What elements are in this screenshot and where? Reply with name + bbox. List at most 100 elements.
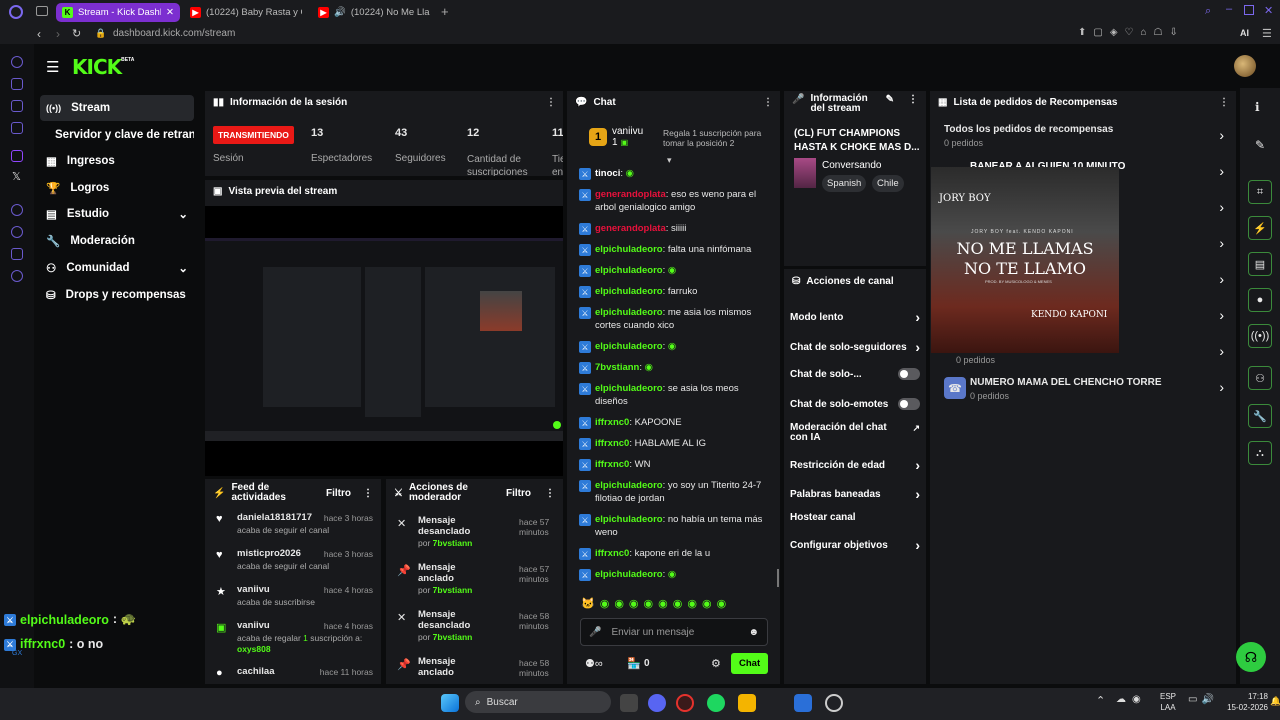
activity-user[interactable]: daniela18181717 bbox=[237, 512, 312, 523]
store-icon[interactable]: 🏪 bbox=[627, 657, 641, 670]
emote-icon[interactable]: ◉ bbox=[673, 597, 683, 610]
close-tab-icon[interactable]: ✕ bbox=[166, 7, 174, 18]
chat-username[interactable]: iffrxnc0 bbox=[595, 417, 629, 428]
chat-input[interactable]: 🎤 Enviar un mensaje ☻ bbox=[580, 618, 768, 646]
action-host[interactable]: Hostear canal bbox=[790, 512, 920, 523]
new-tab-icon[interactable]: + bbox=[441, 4, 449, 19]
chat-username[interactable]: elpichuladeoro bbox=[595, 341, 663, 352]
emote-icon[interactable]: ◉ bbox=[614, 597, 624, 610]
opera-icon[interactable] bbox=[676, 694, 694, 712]
emote-icon[interactable]: 🐱 bbox=[581, 597, 595, 610]
tab-overview-icon[interactable] bbox=[36, 6, 48, 16]
modaction-item[interactable]: ✕ Mensaje desanclado por 7bvstiann hace 58 … bbox=[386, 605, 563, 652]
chat-message[interactable]: ⚔ iffrxnc0: KAPOONE bbox=[579, 416, 779, 429]
tag[interactable]: Chile bbox=[872, 175, 904, 192]
activity-item[interactable]: ▣ vaniivu hace 4 horas acaba de regalar 1 s… bbox=[205, 619, 381, 665]
chat-username[interactable]: elpichuladeoro bbox=[595, 307, 663, 318]
chevron-right-icon[interactable]: › bbox=[1219, 379, 1224, 395]
modaction-moderator[interactable]: 7bvstiann bbox=[433, 632, 473, 642]
language-indicator[interactable]: ESP LAA bbox=[1160, 691, 1176, 713]
chat-message[interactable]: ⚔ elpichuladeoro: ◉ bbox=[579, 568, 779, 581]
screenshot-icon[interactable]: ⌗ bbox=[1248, 180, 1272, 204]
close-window-icon[interactable]: ✕ bbox=[1264, 4, 1273, 17]
tray-sys-icons[interactable]: ▭🔊 bbox=[1188, 694, 1218, 705]
stream-video[interactable] bbox=[205, 206, 563, 476]
chat-message[interactable]: ⚔ elpichuladeoro: farruko bbox=[579, 285, 779, 298]
reload-icon[interactable]: ↻ bbox=[72, 27, 81, 40]
chat-username[interactable]: generandoplata bbox=[595, 223, 666, 234]
chevron-right-icon[interactable]: › bbox=[1219, 343, 1224, 359]
action-ai-moderation[interactable]: Moderación del chat con IA ↗ bbox=[790, 423, 920, 443]
action-banned-words[interactable]: Palabras baneadas › bbox=[790, 486, 920, 502]
edit-icon[interactable]: ✎ bbox=[886, 94, 894, 105]
chat-username[interactable]: 7bvstiann bbox=[595, 362, 639, 373]
sidebar-item-moderacion[interactable]: 🔧 Moderación bbox=[40, 228, 194, 254]
activity-item[interactable]: ♥ misticpro2026 hace 3 horas acaba de segui… bbox=[205, 547, 381, 583]
sidebar-item-drops[interactable]: ⛁ Drops y recompensas bbox=[40, 282, 194, 308]
emote-icon[interactable]: ◉ bbox=[702, 597, 712, 610]
action-slow-mode[interactable]: Modo lento › bbox=[790, 309, 920, 325]
chevron-right-icon[interactable]: › bbox=[1219, 235, 1224, 251]
chat-username[interactable]: elpichuladeoro bbox=[595, 569, 663, 580]
sidebar-item-stream-key[interactable]: Servidor y clave de retransmisión bbox=[40, 122, 194, 148]
chat-username[interactable]: elpichuladeoro bbox=[595, 286, 663, 297]
chat-username[interactable]: iffrxnc0 bbox=[595, 459, 629, 470]
chat-message[interactable]: ⚔ elpichuladeoro: yo soy un Titerito 24-7… bbox=[579, 479, 779, 505]
ext-icons[interactable]: ⬆▢◈♡⌂☖⇩ bbox=[1078, 27, 1185, 38]
send-chat-button[interactable]: Chat bbox=[731, 653, 769, 674]
chat-message[interactable]: ⚔ iffrxnc0: kapone eri de la u bbox=[579, 547, 779, 560]
x-icon[interactable]: 𝕏 bbox=[12, 170, 21, 183]
sidebar-item-ingresos[interactable]: ▦ Ingresos bbox=[40, 148, 194, 174]
menu-icon[interactable]: ☰ bbox=[1262, 27, 1272, 40]
spotify-icon[interactable] bbox=[707, 694, 725, 712]
emote-bar[interactable]: 🐱 ◉ ◉ ◉ ◉ ◉ ◉ ◉ ◉ ◉ bbox=[581, 597, 726, 610]
action-emotes-only[interactable]: Chat de solo-emotes bbox=[790, 398, 920, 410]
more-options-icon[interactable]: ⋮ bbox=[546, 97, 556, 108]
emote-icon[interactable]: ◉ bbox=[600, 597, 610, 610]
activity-user[interactable]: misticpro2026 bbox=[237, 548, 301, 559]
modaction-moderator[interactable]: 7bvstiann bbox=[433, 585, 473, 595]
gift-text[interactable]: Regala 1 suscripción para tomar la posic… bbox=[663, 128, 771, 148]
tray-icons[interactable]: ☁◉ bbox=[1116, 694, 1147, 705]
chat-message[interactable]: ⚔ elpichuladeoro: se asia los meos diseño… bbox=[579, 382, 779, 408]
history-icon[interactable] bbox=[11, 226, 23, 238]
activity-item[interactable]: ♥ daniela18181717 hace 3 horas acaba de seg… bbox=[205, 511, 381, 547]
sidebar-item-stream[interactable]: ((•)) Stream bbox=[40, 95, 194, 121]
messenger-icon[interactable] bbox=[11, 122, 23, 134]
store-icon[interactable] bbox=[794, 694, 812, 712]
tray-chevron-icon[interactable]: ⌃ bbox=[1096, 694, 1105, 707]
activity-user[interactable]: vaniivu bbox=[237, 584, 270, 595]
task-view-icon[interactable] bbox=[620, 694, 638, 712]
pinned-gifter[interactable]: 1 vaniivu 1 ▣ bbox=[589, 126, 643, 148]
chat-message[interactable]: ⚔ iffrxnc0: WN bbox=[579, 458, 779, 471]
filter-button[interactable]: Filtro bbox=[326, 488, 351, 499]
activity-item[interactable]: ● cachilaa hace 11 horas bbox=[205, 665, 381, 681]
emote-icon[interactable]: ◉ bbox=[658, 597, 668, 610]
chevron-right-icon[interactable]: › bbox=[1219, 127, 1224, 143]
points-icon[interactable]: ⚉∞ bbox=[585, 657, 603, 670]
url-field[interactable]: dashboard.kick.com/stream bbox=[113, 28, 235, 39]
info-circle-icon[interactable]: ℹ bbox=[1255, 100, 1260, 114]
chat-username[interactable]: generandoplata bbox=[595, 189, 666, 200]
more-options-icon[interactable]: ⋮ bbox=[763, 97, 773, 108]
activity-user[interactable]: cachilaa bbox=[237, 666, 275, 677]
more-options-icon[interactable]: ⋮ bbox=[1219, 97, 1229, 108]
drops-icon[interactable]: ⛬ bbox=[1248, 441, 1272, 465]
subs-only-toggle[interactable] bbox=[898, 368, 920, 380]
search-tabs-icon[interactable]: ⌕ bbox=[1205, 5, 1211, 18]
chevron-right-icon[interactable]: › bbox=[1219, 307, 1224, 323]
mic-icon[interactable]: 🎤 bbox=[589, 627, 601, 638]
windows-start-icon[interactable] bbox=[441, 694, 459, 712]
chat-message[interactable]: ⚔ tinoci: ◉ bbox=[579, 167, 779, 180]
chat-username[interactable]: elpichuladeoro bbox=[595, 480, 663, 491]
settings-icon[interactable] bbox=[11, 270, 23, 282]
broadcast-icon[interactable]: ((•)) bbox=[1248, 324, 1272, 348]
more-options-icon[interactable]: ⋮ bbox=[363, 488, 373, 499]
all-rewards-row[interactable]: Todos los pedidos de recompensas 0 pedid… bbox=[944, 124, 1224, 148]
speaker-icon[interactable]: 🔊 bbox=[334, 7, 346, 18]
chat-username[interactable]: elpichuladeoro bbox=[595, 265, 663, 276]
more-options-icon[interactable]: ⋮ bbox=[908, 94, 918, 105]
taskbar-search[interactable]: ⌕ Buscar bbox=[465, 691, 611, 713]
chevron-right-icon[interactable]: › bbox=[1219, 199, 1224, 215]
emote-icon[interactable]: ◉ bbox=[717, 597, 727, 610]
